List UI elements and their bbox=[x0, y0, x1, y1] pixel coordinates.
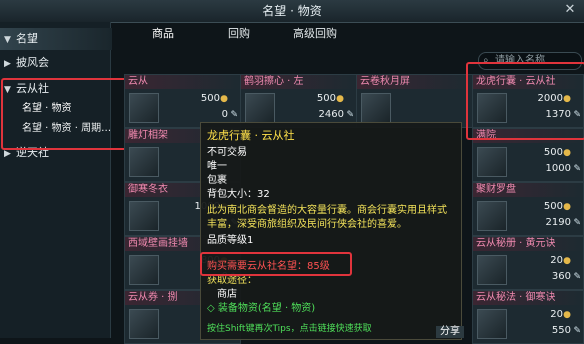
tooltip-hint: 按住Shift键再次Tips，点击链接快速获取 bbox=[207, 324, 372, 334]
item-icon bbox=[477, 201, 507, 231]
item-icon bbox=[129, 255, 159, 285]
item-icon bbox=[129, 201, 159, 231]
tooltip-title: 龙虎行囊 · 云从社 bbox=[207, 129, 295, 142]
tooltip-desc: 丰富，深受商旅组织及民间行侠会社的喜爱。 bbox=[207, 219, 407, 230]
coin-icon: ● bbox=[220, 94, 228, 104]
tab-advanced-buyback[interactable]: 高级回购 bbox=[280, 24, 350, 44]
tab-bar: 商品 回购 高级回购 bbox=[112, 24, 584, 44]
tooltip-line: 背包大小：32 bbox=[207, 189, 270, 200]
pen-icon: ✎ bbox=[573, 326, 581, 336]
pen-icon: ✎ bbox=[573, 218, 581, 228]
item-icon bbox=[477, 255, 507, 285]
goods-card[interactable]: 云从秘法 · 御寒诀 20 ● 550 ✎ bbox=[472, 290, 584, 344]
item-icon bbox=[129, 147, 159, 177]
sidebar-item-mingwang[interactable]: ▼ 名望 bbox=[0, 28, 112, 50]
coin-icon: ● bbox=[563, 202, 571, 212]
tab-goods[interactable]: 商品 bbox=[128, 24, 198, 44]
tab-buyback[interactable]: 回购 bbox=[204, 24, 274, 44]
goods-card[interactable]: 云从 500 ● 0 ✎ bbox=[124, 74, 241, 128]
goods-card[interactable]: 云卷秋月屏 bbox=[356, 74, 473, 128]
pen-icon: ✎ bbox=[230, 110, 238, 120]
item-icon bbox=[129, 93, 159, 123]
coin-icon: ● bbox=[336, 94, 344, 104]
tooltip-line: 不可交易 bbox=[207, 147, 247, 158]
pen-icon: ✎ bbox=[346, 110, 354, 120]
item-icon bbox=[477, 147, 507, 177]
tooltip-source-link[interactable]: ◇ 装备物资(名望 · 物资) bbox=[207, 299, 315, 314]
sidebar-item-pifenghui[interactable]: ▶ 披风会 bbox=[0, 52, 112, 74]
share-button[interactable]: 分享 bbox=[436, 326, 464, 338]
highlight-box-sidebar bbox=[1, 78, 131, 150]
tooltip-source: 商店 bbox=[217, 289, 237, 300]
tooltip-line: 包裹 bbox=[207, 175, 227, 186]
window-title: 名望 · 物资 bbox=[262, 4, 322, 18]
highlight-box-item bbox=[466, 62, 584, 140]
coin-icon: ● bbox=[563, 310, 571, 320]
tooltip-quality: 品质等级1 bbox=[207, 235, 254, 246]
goods-card[interactable]: 聚财罗盘 500 ● 2190 ✎ bbox=[472, 182, 584, 236]
chevron-right-icon: ▶ bbox=[4, 59, 11, 69]
close-icon[interactable]: ✕ bbox=[562, 2, 578, 18]
tooltip-line: 唯一 bbox=[207, 161, 227, 172]
window-titlebar: 名望 · 物资 ✕ bbox=[0, 0, 584, 23]
item-icon bbox=[245, 93, 275, 123]
item-icon bbox=[477, 309, 507, 339]
goods-card[interactable]: 云从秘册 · 黄元诀 20 ● 360 ✎ bbox=[472, 236, 584, 290]
pen-icon: ✎ bbox=[573, 272, 581, 282]
item-icon bbox=[129, 309, 159, 339]
coin-icon: ● bbox=[563, 256, 571, 266]
item-icon bbox=[361, 93, 391, 123]
item-tooltip: 龙虎行囊 · 云从社 不可交易 唯一 包裹 背包大小：32 此为南北商会督造的大… bbox=[200, 122, 462, 340]
highlight-box-requirement bbox=[200, 252, 352, 276]
goods-card[interactable]: 鹤羽擦心 · 左 500 ● 2460 ✎ bbox=[240, 74, 357, 128]
tooltip-desc: 此为南北商会督造的大容量行囊。商会行囊实用且样式 bbox=[207, 205, 447, 216]
sidebar: ▼ 名望 ▶ 披风会 ▼ 云从社 名望 · 物资 名望 · 物资 · 周期… ▶ 逆天社 bbox=[0, 22, 112, 338]
chevron-down-icon: ▼ bbox=[4, 35, 11, 45]
coin-icon: ● bbox=[563, 148, 571, 158]
pen-icon: ✎ bbox=[573, 164, 581, 174]
